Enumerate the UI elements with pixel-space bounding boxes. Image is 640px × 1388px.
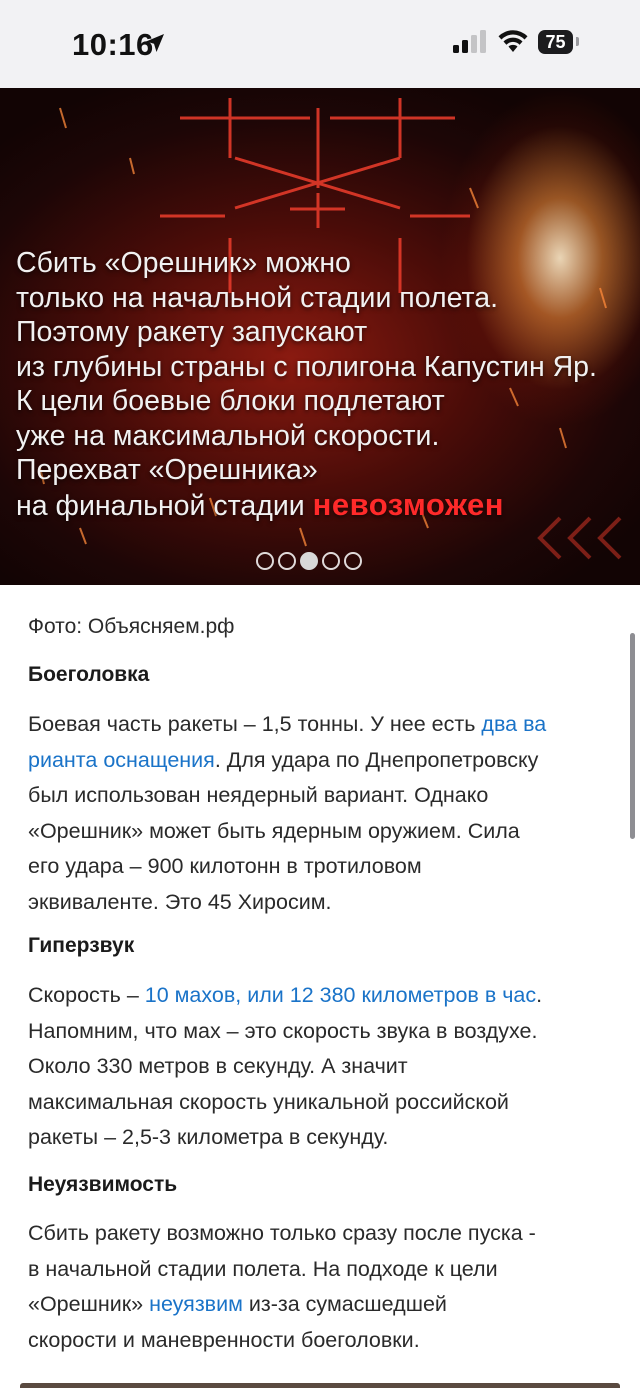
paragraph-line: скорости и маневренности боеголовки. xyxy=(28,1323,628,1359)
hero-text-line: уже на максимальной скорости. xyxy=(16,419,440,452)
paragraph-text: «Орешник» xyxy=(28,1292,150,1316)
section-heading: Боеголовка xyxy=(28,663,150,686)
paragraph-text: Боевая часть ракеты – 1,5 тонны. У нее е… xyxy=(28,712,482,736)
location-arrow-icon xyxy=(146,34,164,52)
battery-level: 75 xyxy=(545,31,566,52)
hero-text-line: К цели боевые блоки подлетают xyxy=(16,385,445,417)
paragraph-line: Около 330 метров в секунду. А значит xyxy=(28,1049,628,1085)
paragraph-text: ракеты – 2,5-3 километра в секунду. xyxy=(28,1125,389,1149)
paragraph-text: эквиваленте. Это 45 Хиросим. xyxy=(28,889,332,914)
section-paragraph: Сбить ракету возможно только сразу после… xyxy=(28,1216,628,1358)
clock: 10:16 xyxy=(72,27,154,62)
article-body: Фото: Объясняем.рф Боеголовка Боевая част… xyxy=(0,585,640,1388)
paragraph-text: в начальной стадии полета. На подходе к … xyxy=(28,1256,498,1281)
paragraph-line: максимальная скорость уникальной российс… xyxy=(28,1085,628,1121)
hero-accent-word: невозможен xyxy=(312,486,504,522)
paragraph-line: «Орешник» неуязвим из-за сумасшедшей xyxy=(28,1287,628,1323)
paragraph-line: Скорость – 10 махов, или 12 380 километр… xyxy=(28,978,628,1014)
hero-text-line-part: на финальной стадии xyxy=(16,489,305,522)
hero-text-line-last: на финальной стадии невозможен xyxy=(16,486,636,524)
paragraph-text: . xyxy=(536,983,543,1007)
carousel-pagination xyxy=(256,552,362,574)
paragraph-text: максимальная скорость уникальной российс… xyxy=(28,1089,509,1114)
paragraph-text: из-за сумасшедшей xyxy=(242,1292,447,1316)
hero-image-carousel[interactable]: Сбить «Орешник» можно только на начально… xyxy=(0,88,640,585)
section-heading: Неуязвимость xyxy=(28,1173,178,1196)
paragraph-text: Напомним, что мах – это скорость звука в… xyxy=(28,1018,538,1043)
hero-text-line: только на начальной стадии полета. xyxy=(16,281,498,314)
carousel-dot[interactable] xyxy=(322,552,340,570)
hero-text-line: Сбить «Орешник» можно xyxy=(16,247,351,279)
paragraph-line: эквиваленте. Это 45 Хиросим. xyxy=(28,885,628,921)
paragraph-line: рианта оснащения. Для удара по Днепропет… xyxy=(28,743,628,779)
next-content-edge xyxy=(20,1383,620,1388)
hero-text-line: из глубины страны с полигона Капустин Яр… xyxy=(16,350,597,383)
paragraph-line: Боевая часть ракеты – 1,5 тонны. У нее е… xyxy=(28,707,628,743)
battery-indicator: 75 xyxy=(538,30,573,54)
status-bar: 10:16 75 xyxy=(0,0,640,88)
photo-caption: Фото: Объясняем.рф xyxy=(28,615,235,638)
section-paragraph: Скорость – 10 махов, или 12 380 километр… xyxy=(28,978,628,1156)
inline-link[interactable]: неуязвим xyxy=(149,1292,243,1316)
inline-link[interactable]: 10 махов, или 12 380 километров в час xyxy=(145,983,536,1007)
paragraph-text: Около 330 метров в секунду. А значит xyxy=(28,1054,408,1078)
paragraph-text: его удара – 900 килотонн в тротиловом xyxy=(28,854,422,878)
paragraph-line: Напомним, что мах – это скорость звука в… xyxy=(28,1014,628,1050)
carousel-dot-active[interactable] xyxy=(300,552,318,570)
paragraph-text: Скорость – xyxy=(28,983,145,1007)
carousel-dot[interactable] xyxy=(256,552,274,570)
cellular-signal-icon xyxy=(453,30,486,53)
paragraph-line: ракеты – 2,5-3 километра в секунду. xyxy=(28,1120,628,1156)
hero-text-line: Перехват «Орешника» xyxy=(16,454,318,486)
paragraph-text: «Орешник» может быть ядерным оружием. Си… xyxy=(28,818,520,843)
hero-text-line: Поэтому ракету запускают xyxy=(16,316,368,348)
paragraph-text: был использован неядерный вариант. Однак… xyxy=(28,783,489,807)
paragraph-text: скорости и маневренности боеголовки. xyxy=(28,1327,420,1352)
paragraph-text: . Для удара по Днепропетровску xyxy=(214,747,539,772)
scrollbar[interactable] xyxy=(630,633,635,839)
paragraph-line: «Орешник» может быть ядерным оружием. Си… xyxy=(28,814,628,850)
paragraph-line: его удара – 900 килотонн в тротиловом xyxy=(28,849,628,885)
paragraph-line: был использован неядерный вариант. Однак… xyxy=(28,778,628,814)
paragraph-line: Сбить ракету возможно только сразу после… xyxy=(28,1216,628,1252)
battery-tip xyxy=(576,37,579,46)
carousel-dot[interactable] xyxy=(344,552,362,570)
section-paragraph: Боевая часть ракеты – 1,5 тонны. У нее е… xyxy=(28,707,628,920)
hero-text-block: Сбить «Орешник» можно только на начально… xyxy=(16,246,636,523)
carousel-dot[interactable] xyxy=(278,552,296,570)
wifi-icon xyxy=(498,30,528,52)
inline-link[interactable]: два ва xyxy=(481,712,546,736)
paragraph-text: Сбить ракету возможно только сразу после… xyxy=(28,1221,536,1245)
paragraph-line: в начальной стадии полета. На подходе к … xyxy=(28,1252,628,1288)
section-heading: Гиперзвук xyxy=(28,934,135,957)
inline-link[interactable]: рианта оснащения xyxy=(28,748,215,772)
